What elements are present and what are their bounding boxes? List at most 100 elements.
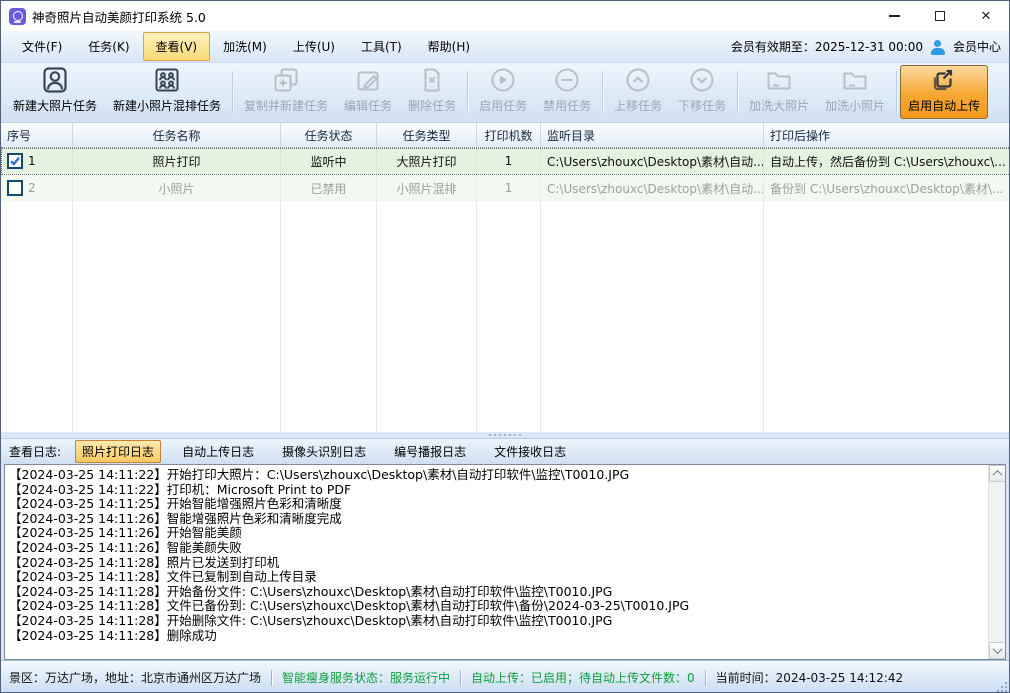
log-line: 【2024-03-25 14:11:28】开始备份文件: C:\Users\zh… (9, 585, 985, 600)
edit-task-icon (353, 65, 383, 95)
new-big-photo-task-button[interactable]: 新建大照片任务 (5, 65, 105, 119)
task-name: 小照片 (73, 175, 281, 201)
status-separator (705, 670, 706, 686)
column-header-name[interactable]: 任务名称 (73, 123, 281, 147)
status-location: 景区：万达广场，地址：北京市通州区万达广场 (9, 669, 261, 686)
task-checkbox-unchecked[interactable] (7, 180, 23, 196)
column-header-watch-dir[interactable]: 监听目录 (541, 123, 764, 147)
tab-auto-upload-log[interactable]: 自动上传日志 (175, 440, 261, 463)
task-printer-count: 1 (477, 175, 541, 201)
member-person-icon (930, 39, 946, 55)
menu-bar: 文件(F) 任务(K) 查看(V) 加洗(M) 上传(U) 工具(T) 帮助(H… (1, 31, 1009, 63)
menu-reprint[interactable]: 加洗(M) (210, 32, 280, 61)
log-panel: 【2024-03-25 14:11:22】开始打印大照片：C:\Users\zh… (4, 464, 1006, 660)
task-checkbox-checked[interactable] (7, 153, 23, 169)
status-separator (460, 670, 461, 686)
toolbar-button-label: 编辑任务 (344, 97, 392, 114)
edit-task-button[interactable]: 编辑任务 (336, 65, 400, 119)
move-down-task-icon (687, 65, 717, 95)
log-line: 【2024-03-25 14:11:28】删除成功 (9, 629, 985, 644)
table-row[interactable]: 1 照片打印 监听中 大照片打印 1 C:\Users\zhouxc\Deskt… (1, 148, 1010, 175)
copy-new-task-icon (271, 65, 301, 95)
delete-task-button[interactable]: 删除任务 (400, 65, 464, 119)
reprint-big-photo-button[interactable]: 加洗大照片 (741, 65, 817, 119)
task-table: 序号 任务名称 任务状态 任务类型 打印机数 监听目录 打印后操作 1 照片打印… (1, 122, 1009, 432)
reprint-big-photo-icon (764, 65, 794, 95)
column-header-after-print[interactable]: 打印后操作 (764, 123, 1010, 147)
minimize-icon (889, 15, 900, 16)
toolbar-separator (467, 71, 468, 113)
title-bar: 神奇照片自动美颜打印系统 5.0 ✕ (1, 1, 1009, 31)
tab-photo-print-log[interactable]: 照片打印日志 (75, 440, 161, 463)
task-type: 大照片打印 (377, 148, 477, 174)
copy-new-task-button[interactable]: 复制并新建任务 (236, 65, 336, 119)
new-big-photo-task-icon (40, 65, 70, 95)
task-after-print: 备份到 C:\Users\zhouxc\Desktop\素材\... (764, 175, 1010, 201)
new-small-photo-mix-task-button[interactable]: 新建小照片混排任务 (105, 65, 229, 119)
enable-auto-upload-icon (929, 65, 959, 95)
task-after-print: 自动上传，然后备份到 C:\Users\zhouxc\... (764, 148, 1010, 174)
tab-file-receive-log[interactable]: 文件接收日志 (487, 440, 573, 463)
log-caption: 查看日志: (9, 443, 61, 460)
menu-file[interactable]: 文件(F) (9, 32, 75, 61)
toolbar-button-label: 复制并新建任务 (244, 97, 328, 114)
close-icon: ✕ (981, 10, 992, 23)
scroll-up-button[interactable] (989, 465, 1006, 482)
log-output: 【2024-03-25 14:11:22】开始打印大照片：C:\Users\zh… (9, 468, 985, 657)
column-header-printers[interactable]: 打印机数 (477, 123, 541, 147)
enable-task-icon (488, 65, 518, 95)
log-line: 【2024-03-25 14:11:26】智能美颜失败 (9, 541, 985, 556)
scroll-down-button[interactable] (989, 642, 1006, 659)
toolbar-button-label: 禁用任务 (543, 97, 591, 114)
new-small-photo-mix-task-icon (152, 65, 182, 95)
toolbar-button-label: 上移任务 (614, 97, 662, 114)
member-center-link[interactable]: 会员中心 (953, 38, 1001, 55)
close-button[interactable]: ✕ (963, 1, 1009, 31)
toolbar-button-label: 加洗大照片 (749, 97, 809, 114)
column-header-status[interactable]: 任务状态 (281, 123, 377, 147)
task-watch-dir: C:\Users\zhouxc\Desktop\素材\自动... (541, 175, 764, 201)
menu-tools[interactable]: 工具(T) (348, 32, 415, 61)
log-scrollbar[interactable] (988, 465, 1005, 659)
log-line: 【2024-03-25 14:11:28】开始删除文件: C:\Users\zh… (9, 614, 985, 629)
tab-number-broadcast-log[interactable]: 编号播报日志 (387, 440, 473, 463)
menu-help[interactable]: 帮助(H) (415, 32, 483, 61)
toolbar-button-label: 加洗小照片 (825, 97, 885, 114)
menu-task[interactable]: 任务(K) (75, 32, 142, 61)
reprint-small-photo-button[interactable]: 加洗小照片 (817, 65, 893, 119)
log-line: 【2024-03-25 14:11:22】开始打印大照片：C:\Users\zh… (9, 468, 985, 483)
app-logo-icon (9, 8, 26, 25)
log-line: 【2024-03-25 14:11:28】文件已复制到自动上传目录 (9, 570, 985, 585)
toolbar-button-label: 新建大照片任务 (13, 97, 97, 114)
maximize-button[interactable] (917, 1, 963, 31)
window-title: 神奇照片自动美颜打印系统 5.0 (32, 7, 206, 26)
log-line: 【2024-03-25 14:11:25】开始智能增强照片色彩和清晰度 (9, 497, 985, 512)
enable-auto-upload-button[interactable]: 启用自动上传 (900, 65, 988, 119)
status-bar: 景区：万达广场，地址：北京市通州区万达广场 智能瘦身服务状态：服务运行中 自动上… (1, 660, 1009, 693)
move-up-task-button[interactable]: 上移任务 (606, 65, 670, 119)
minimize-button[interactable] (871, 1, 917, 31)
toolbar-separator (737, 71, 738, 113)
status-separator (271, 670, 272, 686)
disable-task-button[interactable]: 禁用任务 (535, 65, 599, 119)
menu-upload[interactable]: 上传(U) (280, 32, 348, 61)
log-line: 【2024-03-25 14:11:26】开始智能美颜 (9, 526, 985, 541)
menu-view[interactable]: 查看(V) (143, 32, 211, 61)
toolbar-separator (602, 71, 603, 113)
log-line: 【2024-03-25 14:11:26】智能增强照片色彩和清晰度完成 (9, 512, 985, 527)
tab-camera-recognition-log[interactable]: 摄像头识别日志 (275, 440, 373, 463)
toolbar-separator (232, 71, 233, 113)
resize-grip[interactable] (995, 680, 1007, 692)
column-header-index[interactable]: 序号 (1, 123, 73, 147)
table-row[interactable]: 2 小照片 已禁用 小照片混排 1 C:\Users\zhouxc\Deskto… (1, 175, 1010, 202)
move-down-task-button[interactable]: 下移任务 (670, 65, 734, 119)
table-empty-area (1, 202, 1009, 432)
toolbar-button-label: 启用自动上传 (908, 97, 980, 114)
task-index: 1 (28, 154, 36, 168)
log-tab-bar: 查看日志: 照片打印日志 自动上传日志 摄像头识别日志 编号播报日志 文件接收日… (1, 438, 1009, 464)
task-name: 照片打印 (73, 148, 281, 174)
task-table-header: 序号 任务名称 任务状态 任务类型 打印机数 监听目录 打印后操作 (1, 123, 1010, 148)
enable-task-button[interactable]: 启用任务 (471, 65, 535, 119)
column-header-type[interactable]: 任务类型 (377, 123, 477, 147)
log-line: 【2024-03-25 14:11:22】打印机：Microsoft Print… (9, 483, 985, 498)
